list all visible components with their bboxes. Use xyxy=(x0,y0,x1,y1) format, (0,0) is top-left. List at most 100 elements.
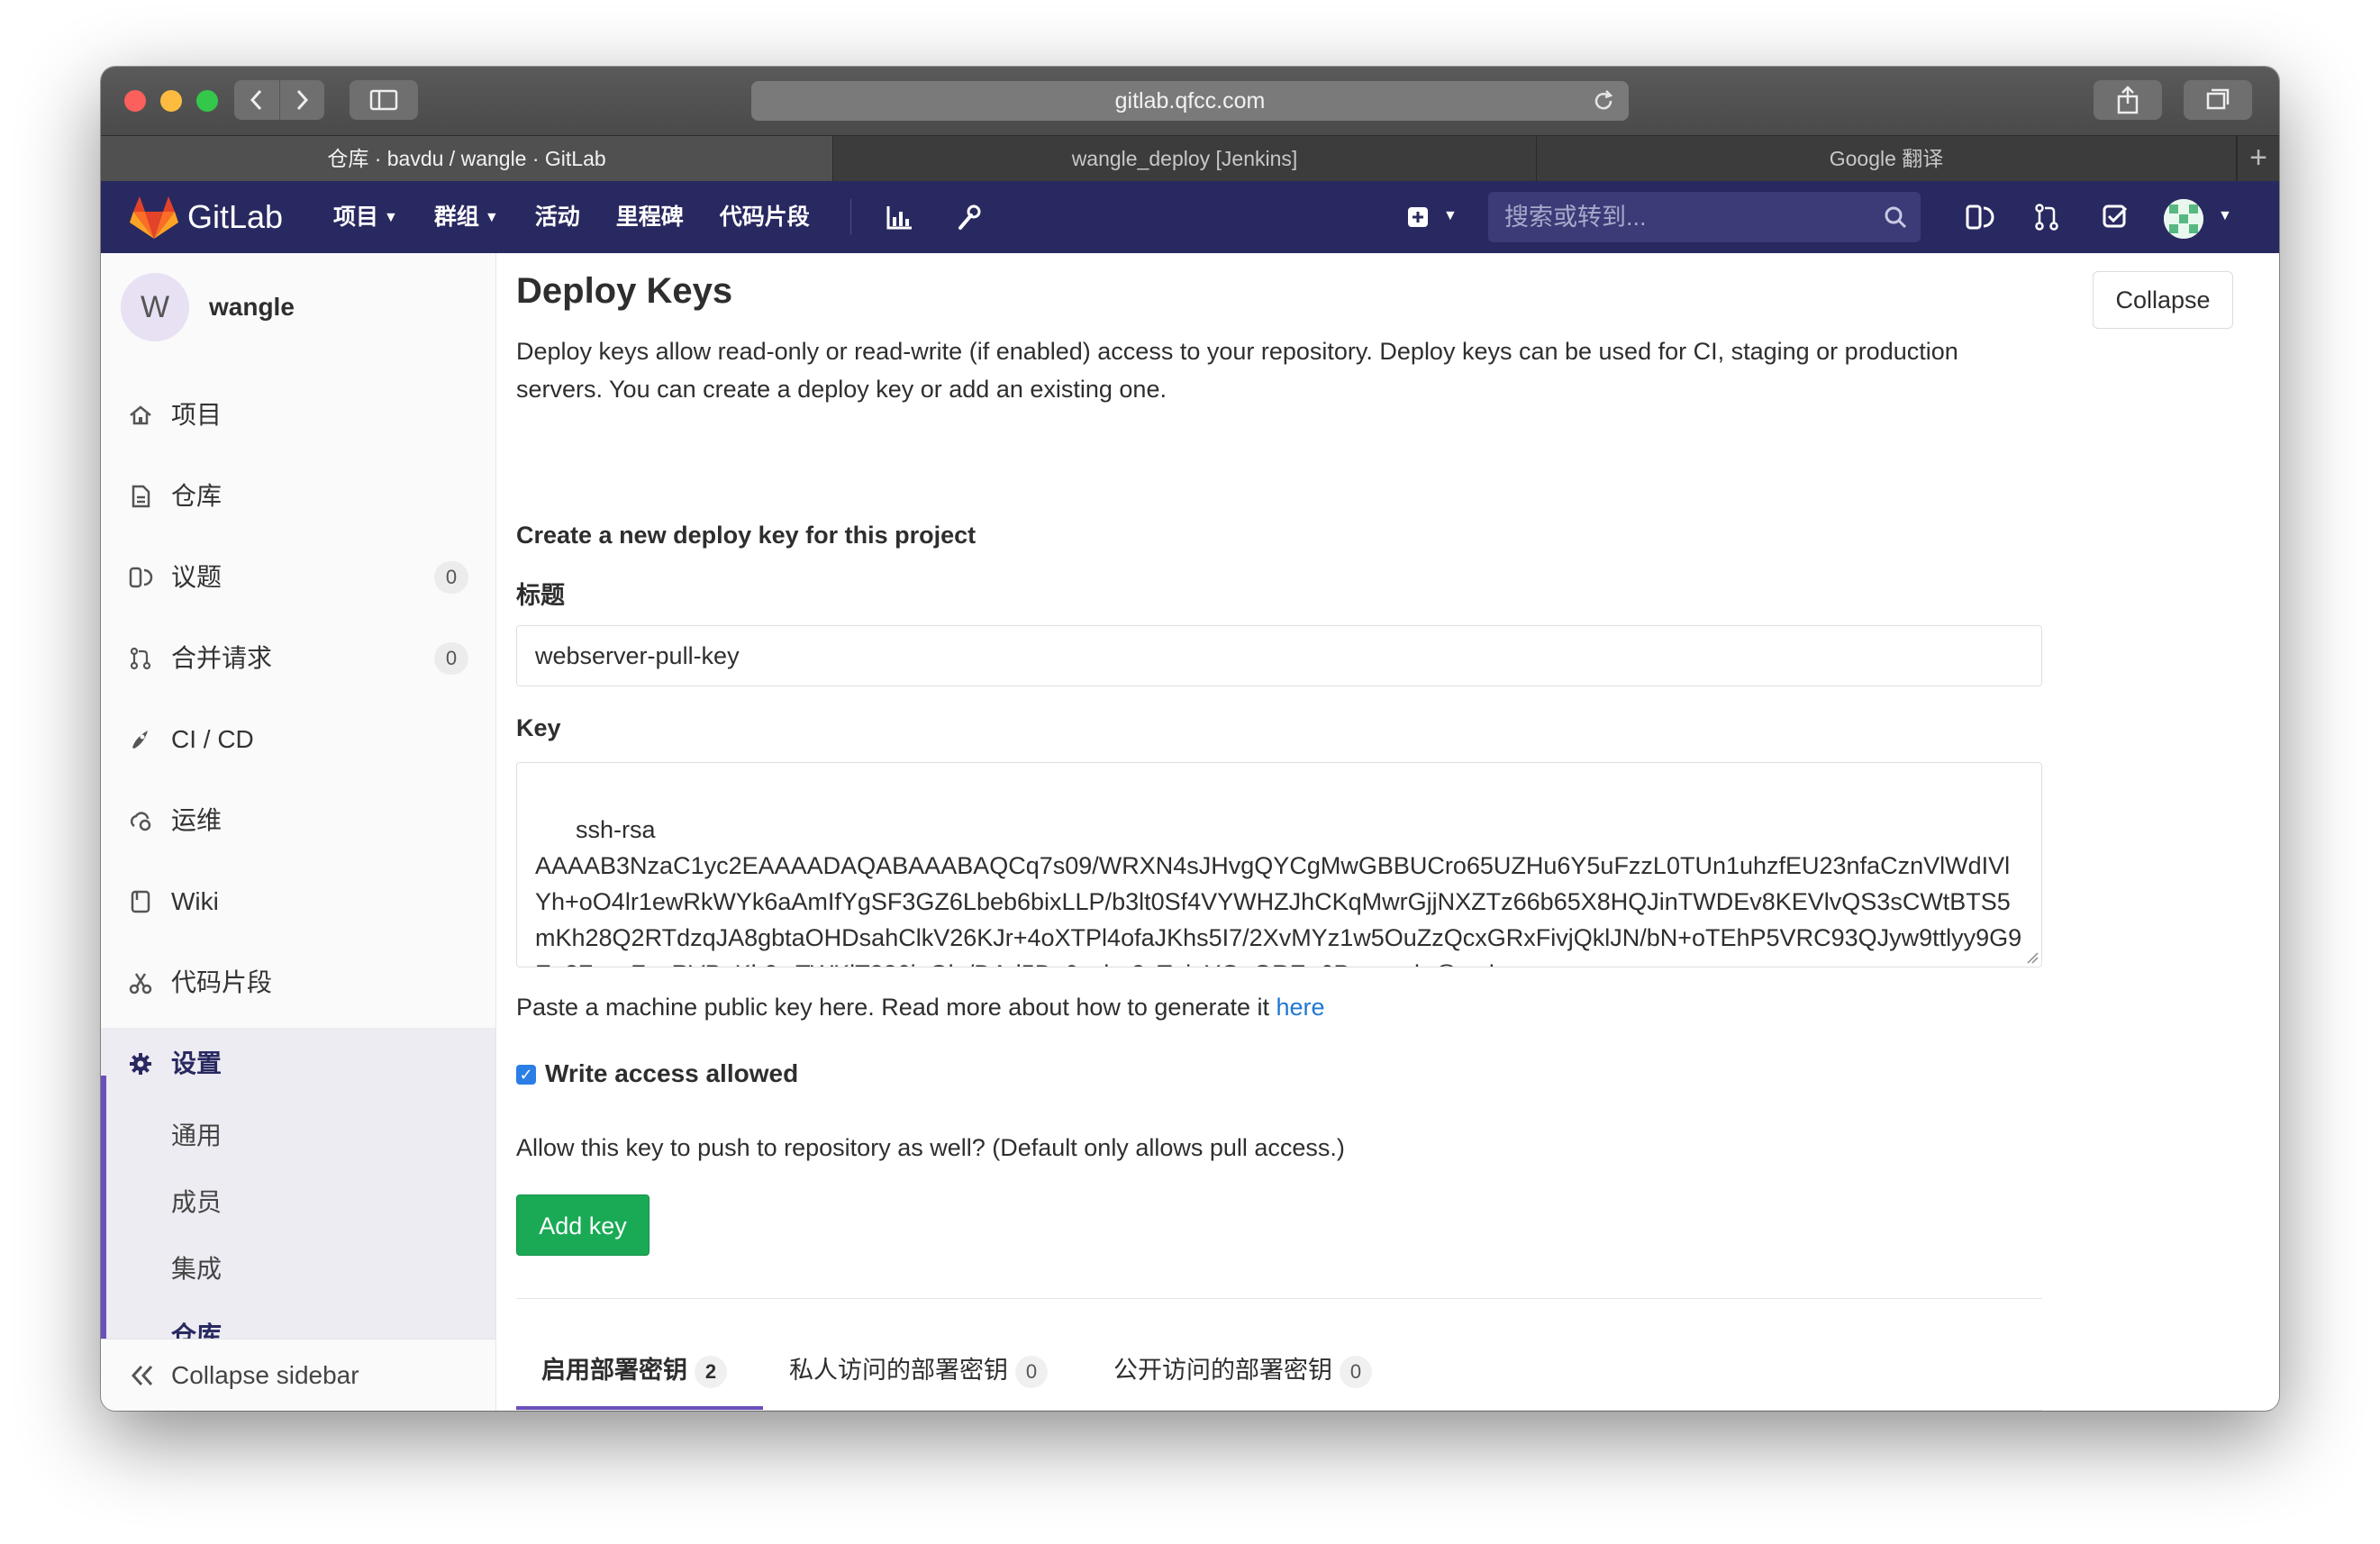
nav-snippets[interactable]: 代码片段 xyxy=(720,181,810,253)
new-tab-button[interactable]: + xyxy=(2237,136,2279,181)
search-input[interactable]: 搜索或转到... xyxy=(1488,192,1921,242)
todo-icon[interactable] xyxy=(2099,201,2131,233)
collapse-sidebar-button[interactable]: Collapse sidebar xyxy=(101,1339,495,1411)
issues-icon[interactable] xyxy=(1962,201,1994,233)
nav-label: 里程碑 xyxy=(615,204,684,230)
sidebar-toggle-button[interactable] xyxy=(350,80,418,120)
browser-tab-jenkins[interactable]: wangle_deploy [Jenkins] xyxy=(833,136,1537,181)
settings-submenu: 通用 成员 集成 仓库 xyxy=(101,1100,495,1339)
address-bar[interactable]: gitlab.qfcc.com xyxy=(751,81,1629,121)
navbar-links: 项目 ▼ 群组 ▼ 活动 里程碑 代码片段 xyxy=(333,181,846,253)
title-input[interactable]: webserver-pull-key xyxy=(516,625,2042,686)
search-icon xyxy=(1885,206,1907,229)
active-tab-indicator xyxy=(516,1406,763,1410)
back-button[interactable] xyxy=(234,80,279,132)
sidebar-subitem-members[interactable]: 成员 xyxy=(171,1180,222,1225)
add-key-button[interactable]: Add key xyxy=(516,1194,650,1256)
tab-label: 私人访问的部署密钥 xyxy=(789,1357,1008,1384)
nav-separator xyxy=(850,199,851,235)
wrench-icon[interactable] xyxy=(951,201,984,233)
nav-activity[interactable]: 活动 xyxy=(535,181,580,253)
tab-private-deploy-keys[interactable]: 私人访问的部署密钥 0 xyxy=(789,1350,1048,1410)
resize-grip-icon[interactable] xyxy=(2024,949,2039,964)
sidebar-item-ci-cd[interactable]: CI / CD xyxy=(101,704,495,776)
sidebar-item-label: 设置 xyxy=(171,1049,223,1077)
forward-button[interactable] xyxy=(279,80,324,132)
project-name[interactable]: wangle xyxy=(209,273,295,341)
share-button[interactable] xyxy=(2094,80,2162,120)
deploy-keys-section: Deploy Keys Collapse Deploy keys allow r… xyxy=(496,253,2279,1411)
write-access-label[interactable]: Write access allowed xyxy=(545,1059,798,1088)
sidebar-icon xyxy=(369,89,398,111)
new-dropdown-button[interactable]: ▼ xyxy=(1405,201,1463,233)
sidebar-item-label: 项目 xyxy=(171,401,223,429)
tab-count-badge: 0 xyxy=(1015,1356,1048,1388)
minimize-window-button[interactable] xyxy=(160,90,182,112)
write-access-checkbox[interactable]: ✓ xyxy=(516,1065,536,1085)
issues-icon xyxy=(129,567,153,588)
key-textarea-value: ssh-rsa AAAAB3NzaC1yc2EAAAADAQABAAABAQCq… xyxy=(535,816,2022,967)
section-divider xyxy=(516,1298,2042,1299)
deploy-key-tabs: 启用部署密钥 2 私人访问的部署密钥 0 公开访问的部署密钥 0 xyxy=(516,1350,2042,1411)
merge-requests-count-badge: 0 xyxy=(434,642,468,675)
generate-key-help-link[interactable]: here xyxy=(1276,994,1325,1021)
sidebar-item-settings[interactable]: 设置 xyxy=(101,1028,495,1100)
collapse-section-button[interactable]: Collapse xyxy=(2093,271,2233,329)
chevron-right-icon xyxy=(296,89,309,111)
sidebar-subitem-repository[interactable]: 仓库 xyxy=(171,1313,222,1339)
user-avatar[interactable] xyxy=(2164,199,2203,239)
nav-label: 活动 xyxy=(534,204,580,230)
chart-icon[interactable] xyxy=(883,201,915,233)
tab-enabled-deploy-keys[interactable]: 启用部署密钥 2 xyxy=(541,1350,727,1410)
rocket-icon xyxy=(132,731,148,749)
sidebar-item-label: 合并请求 xyxy=(171,644,273,672)
sidebar-item-merge-requests[interactable]: 合并请求 0 xyxy=(101,622,495,695)
sidebar-item-wiki[interactable]: Wiki xyxy=(101,866,495,938)
search-placeholder: 搜索或转到... xyxy=(1504,204,1647,231)
nav-label: 项目 xyxy=(333,204,379,230)
tab-label: 仓库 · bavdu / wangle · GitLab xyxy=(327,147,606,170)
sidebar-item-label: Wiki xyxy=(171,887,219,915)
tabs-overview-button[interactable] xyxy=(2184,80,2252,120)
nav-groups[interactable]: 群组 ▼ xyxy=(434,181,499,253)
gitlab-navbar: GitLab 项目 ▼ 群组 ▼ 活动 里程碑 代码片段 ▼ 搜索或转到... ▼ xyxy=(101,181,2279,253)
title-field-label: 标题 xyxy=(516,582,565,609)
help-text: Paste a machine public key here. Read mo… xyxy=(516,994,1276,1021)
merge-request-icon[interactable] xyxy=(2030,201,2063,233)
zoom-window-button[interactable] xyxy=(196,90,218,112)
gitlab-brand[interactable]: GitLab xyxy=(187,181,283,253)
plus-square-icon xyxy=(1408,207,1428,227)
merge-request-icon xyxy=(130,647,151,670)
key-help-text: Paste a machine public key here. Read mo… xyxy=(516,994,1325,1022)
issues-count-badge: 0 xyxy=(434,561,468,594)
identicon-icon xyxy=(2164,199,2203,239)
key-field-label: Key xyxy=(516,714,561,741)
sidebar-item-label: 仓库 xyxy=(171,482,223,510)
project-avatar[interactable]: W xyxy=(121,273,189,341)
gitlab-logo-icon[interactable] xyxy=(130,195,178,241)
reload-icon[interactable] xyxy=(1591,81,1618,132)
sidebar-item-snippets[interactable]: 代码片段 xyxy=(101,947,495,1019)
page-title: Deploy Keys xyxy=(516,271,733,311)
sidebar-item-operations[interactable]: 运维 xyxy=(101,785,495,857)
tab-label: Google 翻译 xyxy=(1829,147,1944,170)
sidebar-subitem-general[interactable]: 通用 xyxy=(171,1113,222,1158)
nav-label: 群组 xyxy=(433,204,479,230)
book-icon xyxy=(131,890,150,913)
sidebar-item-label: 代码片段 xyxy=(171,968,273,996)
chevron-down-icon[interactable]: ▼ xyxy=(2218,208,2232,224)
project-sidebar: W wangle 项目 仓库 议题 0 合并请求 0 CI / CD 运维 Wi… xyxy=(101,253,496,1411)
tab-public-deploy-keys[interactable]: 公开访问的部署密钥 0 xyxy=(1113,1350,1372,1410)
address-url: gitlab.qfcc.com xyxy=(1114,88,1266,114)
browser-tab-google-translate[interactable]: Google 翻译 xyxy=(1537,136,2237,181)
close-window-button[interactable] xyxy=(124,90,146,112)
browser-tab-gitlab[interactable]: 仓库 · bavdu / wangle · GitLab xyxy=(101,136,833,181)
sidebar-item-project[interactable]: 项目 xyxy=(101,379,495,451)
sidebar-subitem-integrations[interactable]: 集成 xyxy=(171,1247,222,1292)
sidebar-item-issues[interactable]: 议题 0 xyxy=(101,541,495,613)
sidebar-item-label: 议题 xyxy=(171,563,223,591)
key-textarea[interactable]: ssh-rsa AAAAB3NzaC1yc2EAAAADAQABAAABAQCq… xyxy=(516,762,2042,967)
sidebar-item-repository[interactable]: 仓库 xyxy=(101,460,495,532)
nav-projects[interactable]: 项目 ▼ xyxy=(333,181,398,253)
nav-milestones[interactable]: 里程碑 xyxy=(616,181,684,253)
